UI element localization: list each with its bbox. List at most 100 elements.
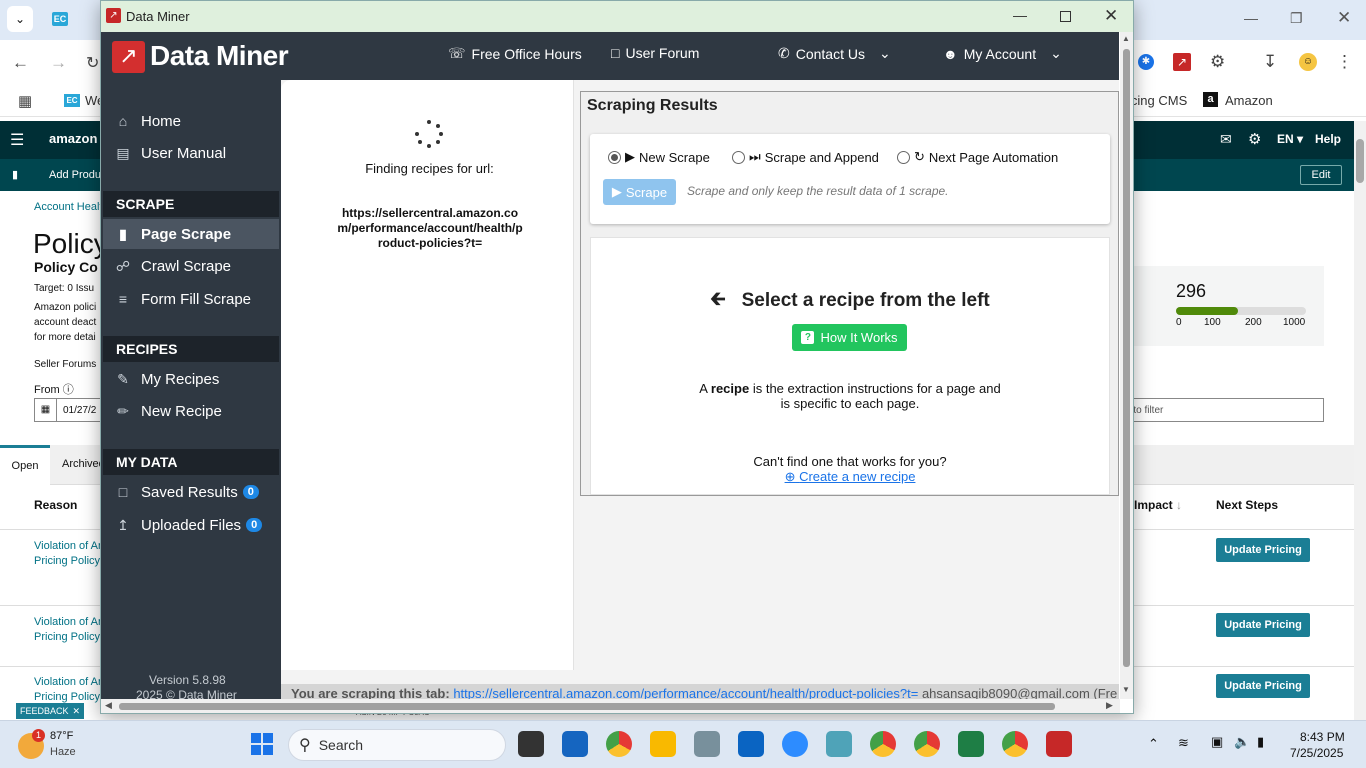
data-miner-extension-icon[interactable]: ↗ [1173,53,1191,71]
language-selector[interactable]: EN ▾ [1277,132,1303,146]
date-input[interactable]: ▦ 01/27/2 [34,398,104,422]
radio-new-scrape[interactable]: ▶ New Scrape [608,149,710,165]
sidebar-item-user-manual[interactable]: ▤ User Manual [113,141,226,165]
minimize-icon[interactable]: — [1013,7,1027,23]
reason-link[interactable]: Violation of An [34,676,104,688]
tab-open[interactable]: Open [0,445,50,485]
app-icon[interactable] [826,731,852,757]
store-icon[interactable] [562,731,588,757]
tray-chevron-up-icon[interactable]: ⌃ [1148,736,1159,752]
scroll-left-icon[interactable]: ◀ [105,700,112,711]
tab-archived[interactable]: Archived [62,458,105,470]
my-account-dropdown[interactable]: ☻ My Account ⌄ [943,45,1062,62]
settings-gear-icon[interactable]: ⚙ [1248,130,1261,148]
user-forum-link[interactable]: □ User Forum [611,45,699,61]
data-miner-taskbar-icon[interactable] [1046,731,1072,757]
battery-icon[interactable]: ▮ [1257,734,1264,750]
bookmark-2[interactable]: icing CMS [1128,93,1187,108]
menu-dots-icon[interactable]: ⋮ [1336,52,1353,72]
reason-link[interactable]: Violation of An [34,616,104,628]
chrome-profile-icon[interactable] [870,731,896,757]
sidebar-item-form-fill-scrape[interactable]: ≡ Form Fill Scrape [113,287,251,311]
sidebar-item-my-recipes[interactable]: ✎ My Recipes [113,367,219,391]
radio-next-page-automation[interactable]: ↻ Next Page Automation [897,149,1058,165]
apps-grid-icon[interactable]: ▦ [18,92,32,110]
task-view-icon[interactable] [518,731,544,757]
reason-link-2[interactable]: Pricing Policy [34,555,100,567]
extension-icon[interactable]: ✱ [1138,54,1154,70]
scroll-down-icon[interactable]: ▼ [1122,685,1130,694]
radio-button[interactable] [608,150,621,164]
sidebar-item-saved-results[interactable]: □ Saved Results 0 [113,480,259,504]
help-link[interactable]: Help [1315,132,1341,146]
footer-url-link[interactable]: https://sellercentral.amazon.com/perform… [453,686,918,700]
wifi-icon[interactable]: ≋ [1178,735,1189,751]
close-icon[interactable]: ✕ [72,706,80,717]
sidebar-item-home[interactable]: ⌂ Home [113,109,181,133]
calculator-icon[interactable] [694,731,720,757]
ec-tab-icon[interactable]: EC [52,12,68,26]
sidebar-item-new-recipe[interactable]: ✏ New Recipe [113,399,222,423]
clock-date[interactable]: 7/25/2025 [1290,746,1343,760]
page-scrollbar-thumb[interactable] [1356,139,1364,183]
feedback-tab[interactable]: FEEDBACK ✕ [16,703,84,719]
radio-button[interactable] [897,150,910,164]
radio-scrape-and-append[interactable]: ⏭ Scrape and Append [732,149,879,165]
hamburger-icon[interactable]: ☰ [10,130,24,150]
sort-arrow-icon[interactable]: ↓ [1176,498,1182,512]
close-icon[interactable]: ✕ [1337,8,1351,28]
page-scrollbar[interactable] [1354,121,1366,720]
free-office-hours-link[interactable]: ☏ Free Office Hours [448,45,582,62]
update-pricing-button[interactable]: Update Pricing [1216,674,1310,698]
filter-input[interactable]: g to filter [1118,398,1324,422]
breadcrumb[interactable]: Account Healt [34,201,102,213]
close-icon[interactable]: ✕ [1104,6,1118,26]
sidebar-item-uploaded-files[interactable]: ↥ Uploaded Files 0 [113,513,263,537]
add-product-link[interactable]: Add Produc [49,169,106,181]
reload-icon[interactable]: ↻ [86,53,99,73]
create-recipe-link[interactable]: ⊕ Create a new recipe [591,469,1109,485]
horizontal-scrollbar[interactable]: ◀ ▶ [101,699,1120,713]
bookmark-3[interactable]: Amazon [1225,93,1273,108]
vertical-scrollbar[interactable]: ▲ ▼ [1120,32,1133,699]
outlook-icon[interactable] [738,731,764,757]
file-explorer-icon[interactable] [650,731,676,757]
windows-start-icon[interactable] [251,733,273,755]
clock-time[interactable]: 8:43 PM [1300,730,1345,744]
tab-search-button[interactable]: ⌄ [7,6,33,32]
edit-button[interactable]: Edit [1300,165,1342,185]
update-pricing-button[interactable]: Update Pricing [1216,538,1310,562]
maximize-icon[interactable] [1060,11,1071,22]
back-icon[interactable]: ← [12,53,29,73]
excel-icon[interactable] [958,731,984,757]
profile-avatar[interactable]: ☺ [1299,53,1317,71]
forward-icon[interactable]: → [50,53,67,73]
scrape-button[interactable]: ▶ Scrape [603,179,676,205]
reason-link-2[interactable]: Pricing Policy [34,691,100,703]
download-icon[interactable]: ↧ [1263,52,1277,72]
minimize-icon[interactable]: — [1244,10,1258,26]
reason-link-2[interactable]: Pricing Policy [34,631,100,643]
seller-forums-link[interactable]: Seller Forums [34,359,96,370]
puzzle-icon[interactable]: ⚙ [1210,52,1225,72]
scroll-right-icon[interactable]: ▶ [1106,700,1113,711]
zoom-icon[interactable] [782,731,808,757]
scroll-up-icon[interactable]: ▲ [1122,34,1130,43]
mail-icon[interactable]: ✉ [1220,131,1232,148]
radio-button[interactable] [732,150,745,164]
update-pricing-button[interactable]: Update Pricing [1216,613,1310,637]
contact-us-dropdown[interactable]: ✆ Contact Us ⌄ [778,45,891,62]
sidebar-item-crawl-scrape[interactable]: ☍ Crawl Scrape [113,254,231,278]
vertical-scrollbar-thumb[interactable] [1123,49,1130,667]
chrome-profile-icon[interactable] [914,731,940,757]
sidebar-item-page-scrape[interactable]: ▮ Page Scrape [113,222,231,246]
chrome-icon[interactable] [606,731,632,757]
volume-icon[interactable]: 🔈 [1234,734,1250,750]
display-icon[interactable]: ▣ [1211,734,1223,750]
horizontal-scrollbar-thumb[interactable] [119,703,1055,710]
how-it-works-button[interactable]: ? How It Works [792,324,907,351]
taskbar-search[interactable]: ⚲ Search [288,729,506,761]
chrome-profile-icon[interactable] [1002,731,1028,757]
reason-link[interactable]: Violation of An [34,540,104,552]
restore-icon[interactable]: ❐ [1290,10,1303,27]
